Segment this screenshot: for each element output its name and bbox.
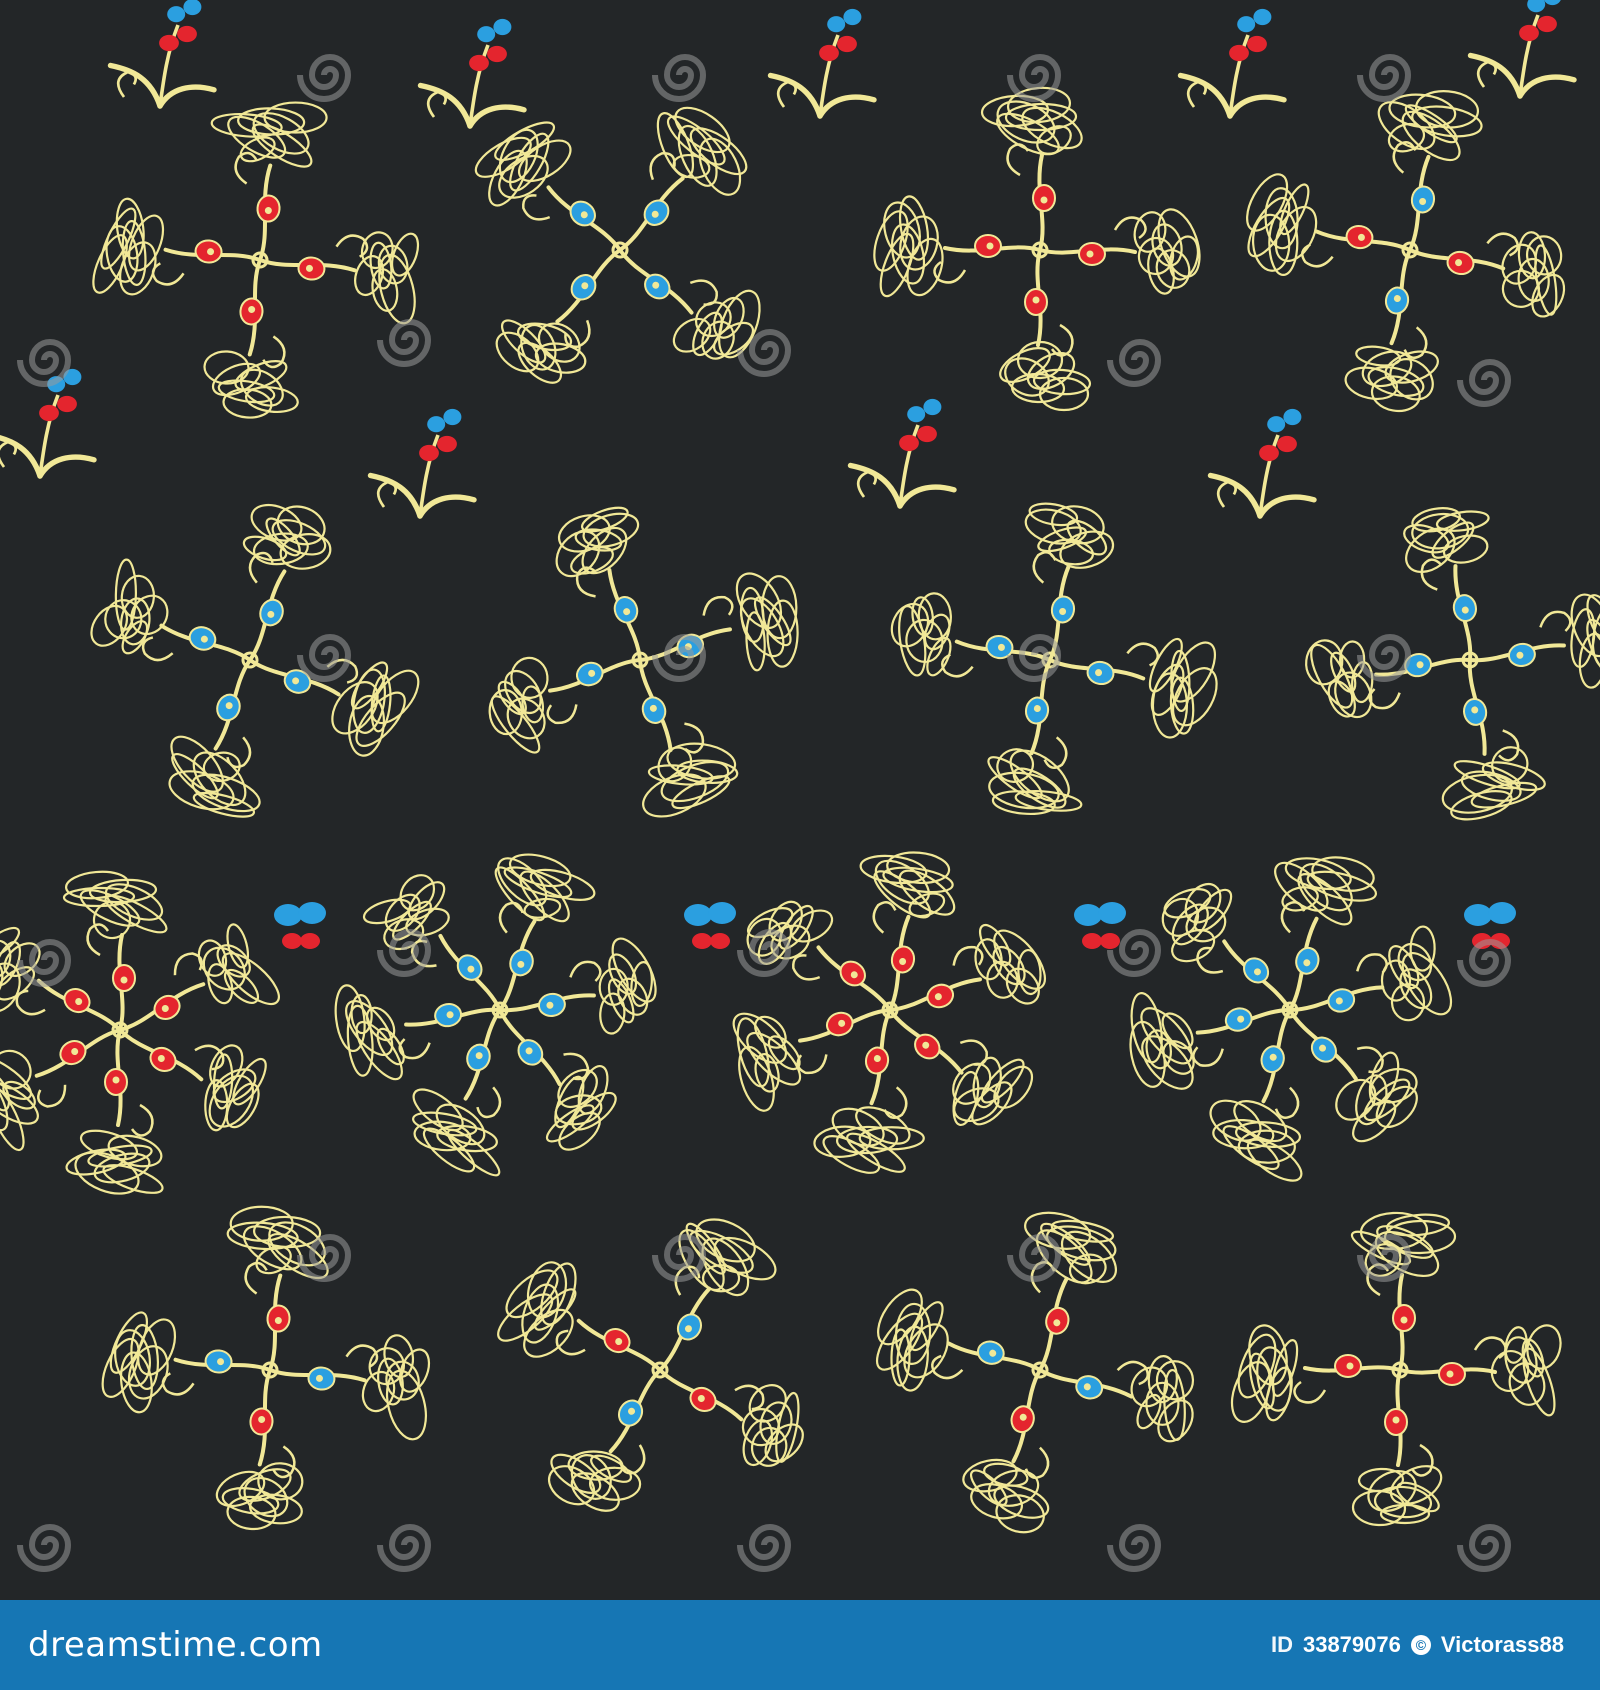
stock-photo-footer: dreamstime.com ID 33879076 © Victorass88 (0, 1600, 1600, 1690)
image-id-label: ID (1270, 1632, 1293, 1657)
stock-image-frame: dreamstime.com ID 33879076 © Victorass88 (0, 0, 1600, 1690)
image-id-number: 33879076 (1302, 1632, 1401, 1657)
seamless-swirl-pattern (0, 0, 1600, 1600)
image-author: Victorass88 (1440, 1632, 1564, 1657)
image-credit: ID 33879076 © Victorass88 (1271, 1632, 1564, 1658)
copyright-icon: © (1410, 1635, 1431, 1655)
brand-logo: dreamstime.com (28, 1625, 323, 1665)
